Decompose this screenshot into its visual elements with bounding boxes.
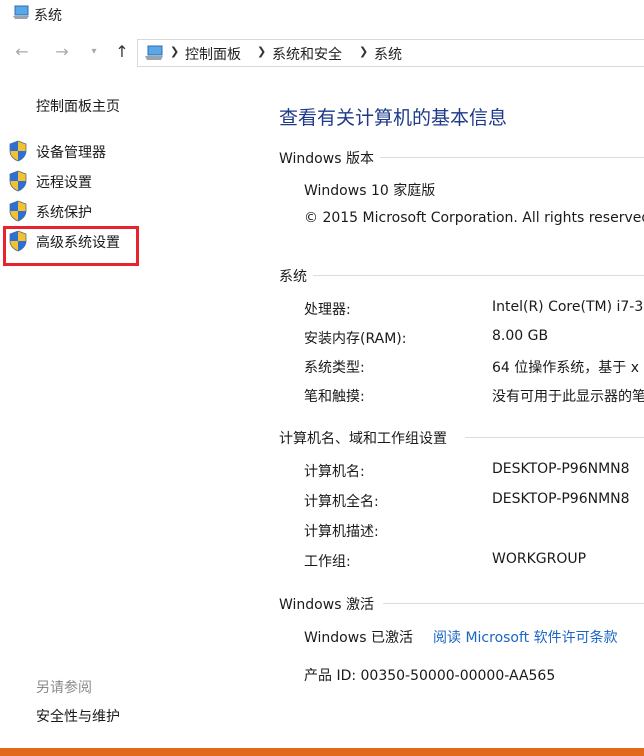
- computer-icon: [144, 45, 164, 65]
- chevron-right-icon[interactable]: ❯: [257, 45, 266, 58]
- divider: [379, 157, 644, 158]
- full-computer-name-value: DESKTOP-P96NMN8: [492, 491, 630, 507]
- task-label: 远程设置: [36, 175, 92, 191]
- highlight-annotation: [3, 226, 139, 266]
- title-bar: 系统: [0, 0, 644, 28]
- computer-name-value: DESKTOP-P96NMN8: [492, 461, 630, 477]
- task-label: 设备管理器: [36, 145, 106, 161]
- uac-shield-icon: [8, 200, 28, 226]
- full-computer-name-label: 计算机全名:: [304, 494, 379, 510]
- divider: [383, 603, 644, 604]
- computer-description-label: 计算机描述:: [304, 524, 379, 540]
- divider: [313, 275, 644, 276]
- ram-label: 安装内存(RAM):: [304, 331, 407, 347]
- window-title: 系统: [34, 8, 62, 24]
- breadcrumb-item[interactable]: 系统: [374, 44, 402, 64]
- divider: [465, 437, 644, 438]
- processor-label: 处理器:: [304, 302, 351, 318]
- workgroup-value: WORKGROUP: [492, 551, 587, 567]
- system-type-value: 64 位操作系统，基于 x: [492, 360, 639, 376]
- pen-touch-value: 没有可用于此显示器的笔: [492, 389, 644, 405]
- processor-value: Intel(R) Core(TM) i7-3: [492, 299, 644, 315]
- system-section-header: 系统: [279, 266, 313, 286]
- computer-section-header: 计算机名、域和工作组设置: [279, 428, 453, 448]
- main-content: 查看有关计算机的基本信息 Windows 版本 Windows 10 家庭版 ©…: [279, 68, 644, 748]
- uac-shield-icon: [8, 140, 28, 166]
- activation-status: Windows 已激活: [304, 630, 413, 646]
- system-type-label: 系统类型:: [304, 360, 365, 376]
- navigation-bar: ← → ▾ ↑ ❯ 控制面板 ❯ 系统和安全 ❯ 系统: [0, 36, 644, 68]
- pen-touch-label: 笔和触摸:: [304, 389, 365, 405]
- chevron-right-icon[interactable]: ❯: [170, 45, 179, 58]
- arrow-left-icon[interactable]: ←: [12, 43, 32, 61]
- security-and-maintenance-link[interactable]: 安全性与维护: [36, 706, 120, 726]
- activation-section-header: Windows 激活: [279, 594, 380, 614]
- page-title: 查看有关计算机的基本信息: [279, 107, 508, 129]
- uac-shield-icon: [8, 170, 28, 196]
- license-terms-link[interactable]: 阅读 Microsoft 软件许可条款: [433, 627, 618, 647]
- computer-name-label: 计算机名:: [304, 464, 365, 480]
- breadcrumb-item[interactable]: 控制面板: [185, 44, 241, 64]
- taskbar-edge: [0, 748, 644, 756]
- arrow-up-icon[interactable]: ↑: [112, 43, 132, 61]
- task-label: 系统保护: [36, 205, 92, 221]
- address-bar[interactable]: ❯ 控制面板 ❯ 系统和安全 ❯ 系统: [137, 39, 644, 67]
- copyright-text: © 2015 Microsoft Corporation. All rights…: [304, 210, 644, 226]
- product-id: 产品 ID: 00350-50000-00000-AA565: [304, 668, 556, 684]
- ram-value: 8.00 GB: [492, 328, 549, 344]
- computer-icon: [12, 5, 30, 25]
- left-pane: 控制面板主页 设备管理器 远程设置 系统保护 高级系统设置 另请参阅 安全性与维…: [0, 68, 250, 756]
- chevron-down-icon[interactable]: ▾: [84, 43, 104, 61]
- see-also-heading: 另请参阅: [36, 680, 92, 696]
- arrow-right-icon[interactable]: →: [52, 43, 72, 61]
- breadcrumb-item[interactable]: 系统和安全: [272, 44, 342, 64]
- edition-section-header: Windows 版本: [279, 148, 380, 168]
- edition-name: Windows 10 家庭版: [304, 183, 436, 199]
- control-panel-home-link[interactable]: 控制面板主页: [36, 96, 120, 116]
- chevron-right-icon[interactable]: ❯: [359, 45, 368, 58]
- workgroup-label: 工作组:: [304, 554, 351, 570]
